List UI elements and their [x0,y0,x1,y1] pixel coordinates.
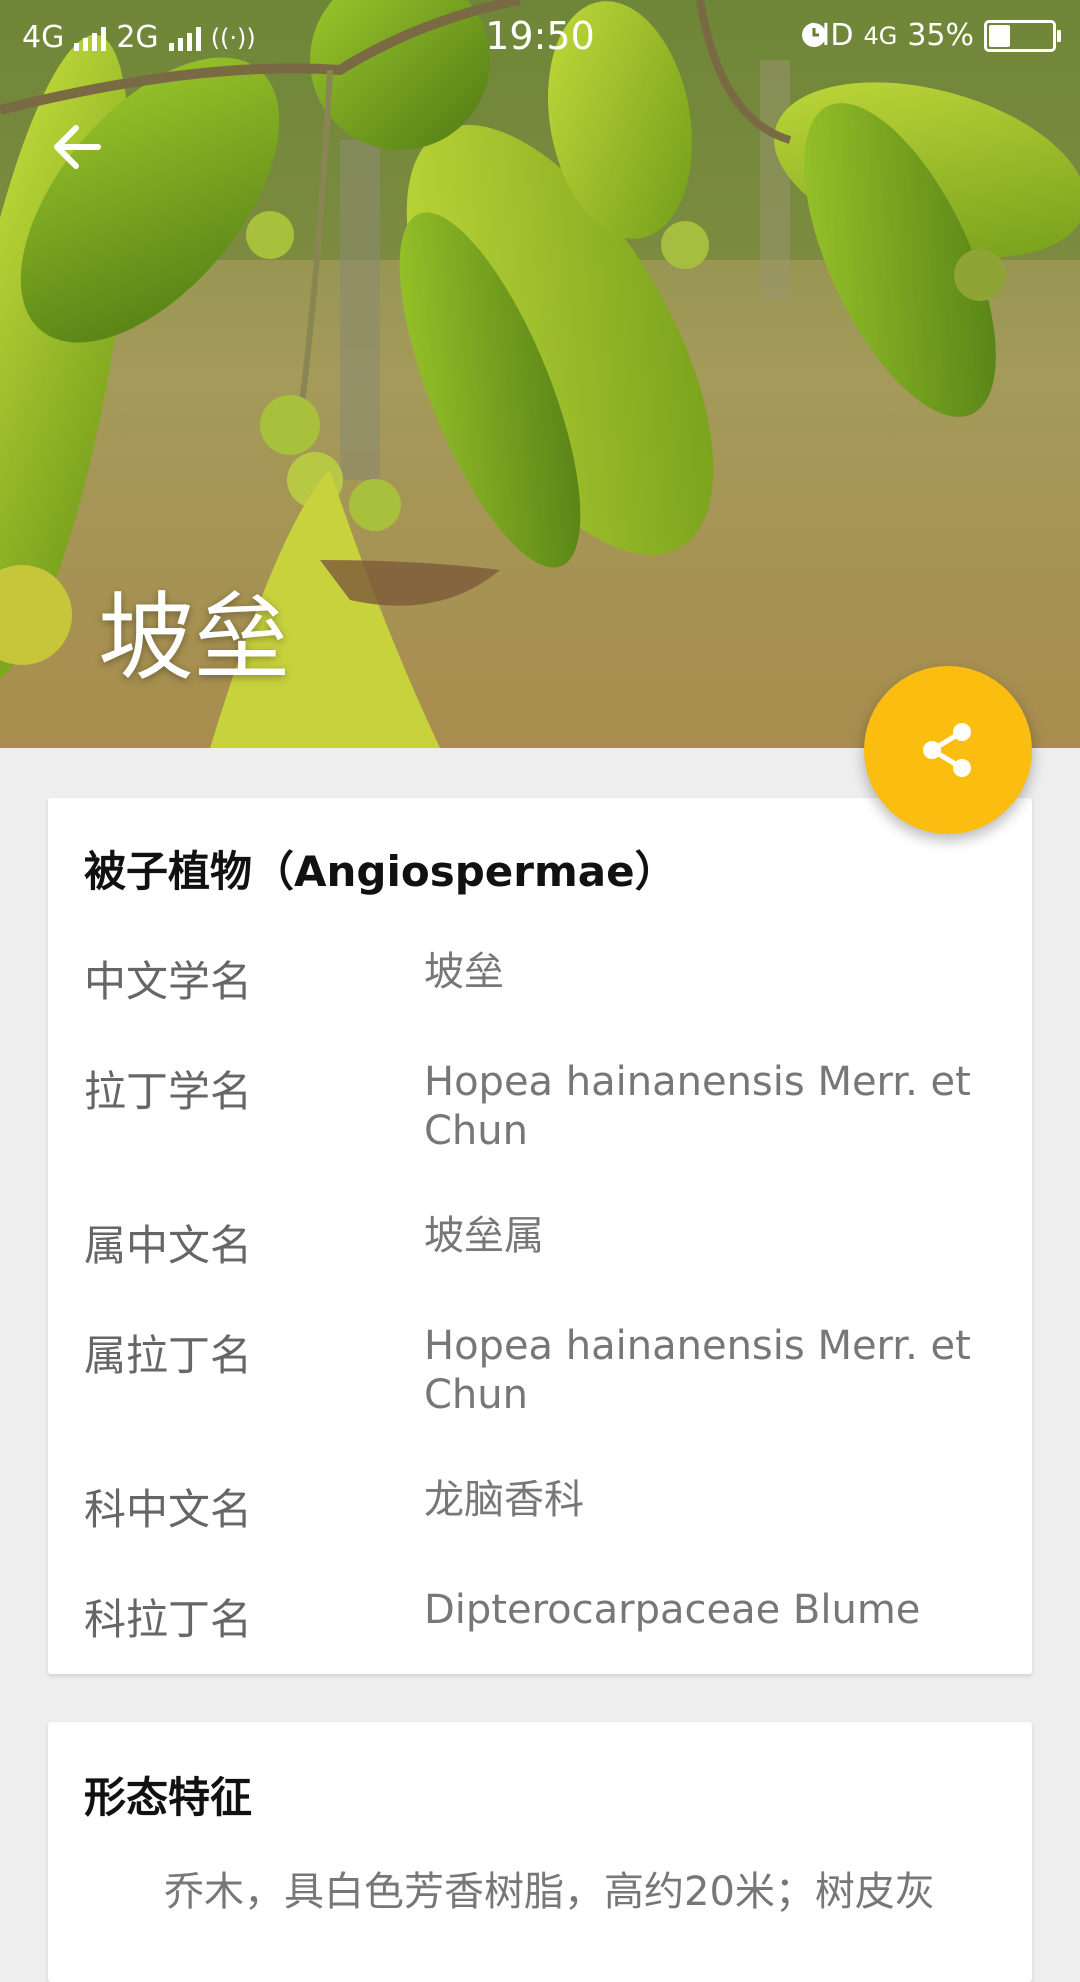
status-bar: 4G 2G ((·)) 19:50 HD 4G 35% [0,0,1080,76]
row-label: 科中文名 [84,1485,253,1534]
battery-fill [989,24,1010,47]
row-label: 拉丁学名 [84,1067,253,1116]
row-label: 属拉丁名 [84,1331,253,1380]
row-value: 坡垒 [424,949,504,995]
classification-card: 被子植物（Angiospermae） 中文学名 坡垒 拉丁学名 Hopea ha… [48,798,1032,1674]
row-value: Hopea hainanensis Merr. et Chun [424,1323,971,1418]
row-label: 中文学名 [84,957,253,1006]
battery-percent: 35% [907,18,974,53]
row-value: Dipterocarpaceae Blume [424,1587,921,1633]
hero-image: 4G 2G ((·)) 19:50 HD 4G 35% 坡垒 [0,0,1080,748]
morphology-heading: 形态特征 [84,1773,253,1822]
morphology-text: 乔木，具白色芳香树脂，高约20米；树皮灰 [164,1869,935,1915]
share-button[interactable] [864,666,1032,834]
row-label: 属中文名 [84,1221,253,1270]
row-value: Hopea hainanensis Merr. et Chun [424,1059,971,1154]
network-type-3: 4G [863,21,898,50]
back-button[interactable] [50,120,120,190]
row-value: 坡垒属 [424,1213,544,1259]
battery-icon [984,19,1061,52]
morphology-card: 形态特征 乔木，具白色芳香树脂，高约20米；树皮灰 [48,1722,1032,1982]
share-icon [923,723,971,777]
row-value: 龙脑香科 [424,1477,584,1523]
arrow-left-icon [54,125,101,169]
plant-name-title: 坡垒 [98,582,290,694]
classification-heading: 被子植物（Angiospermae） [84,847,677,896]
row-label: 科拉丁名 [84,1595,253,1644]
